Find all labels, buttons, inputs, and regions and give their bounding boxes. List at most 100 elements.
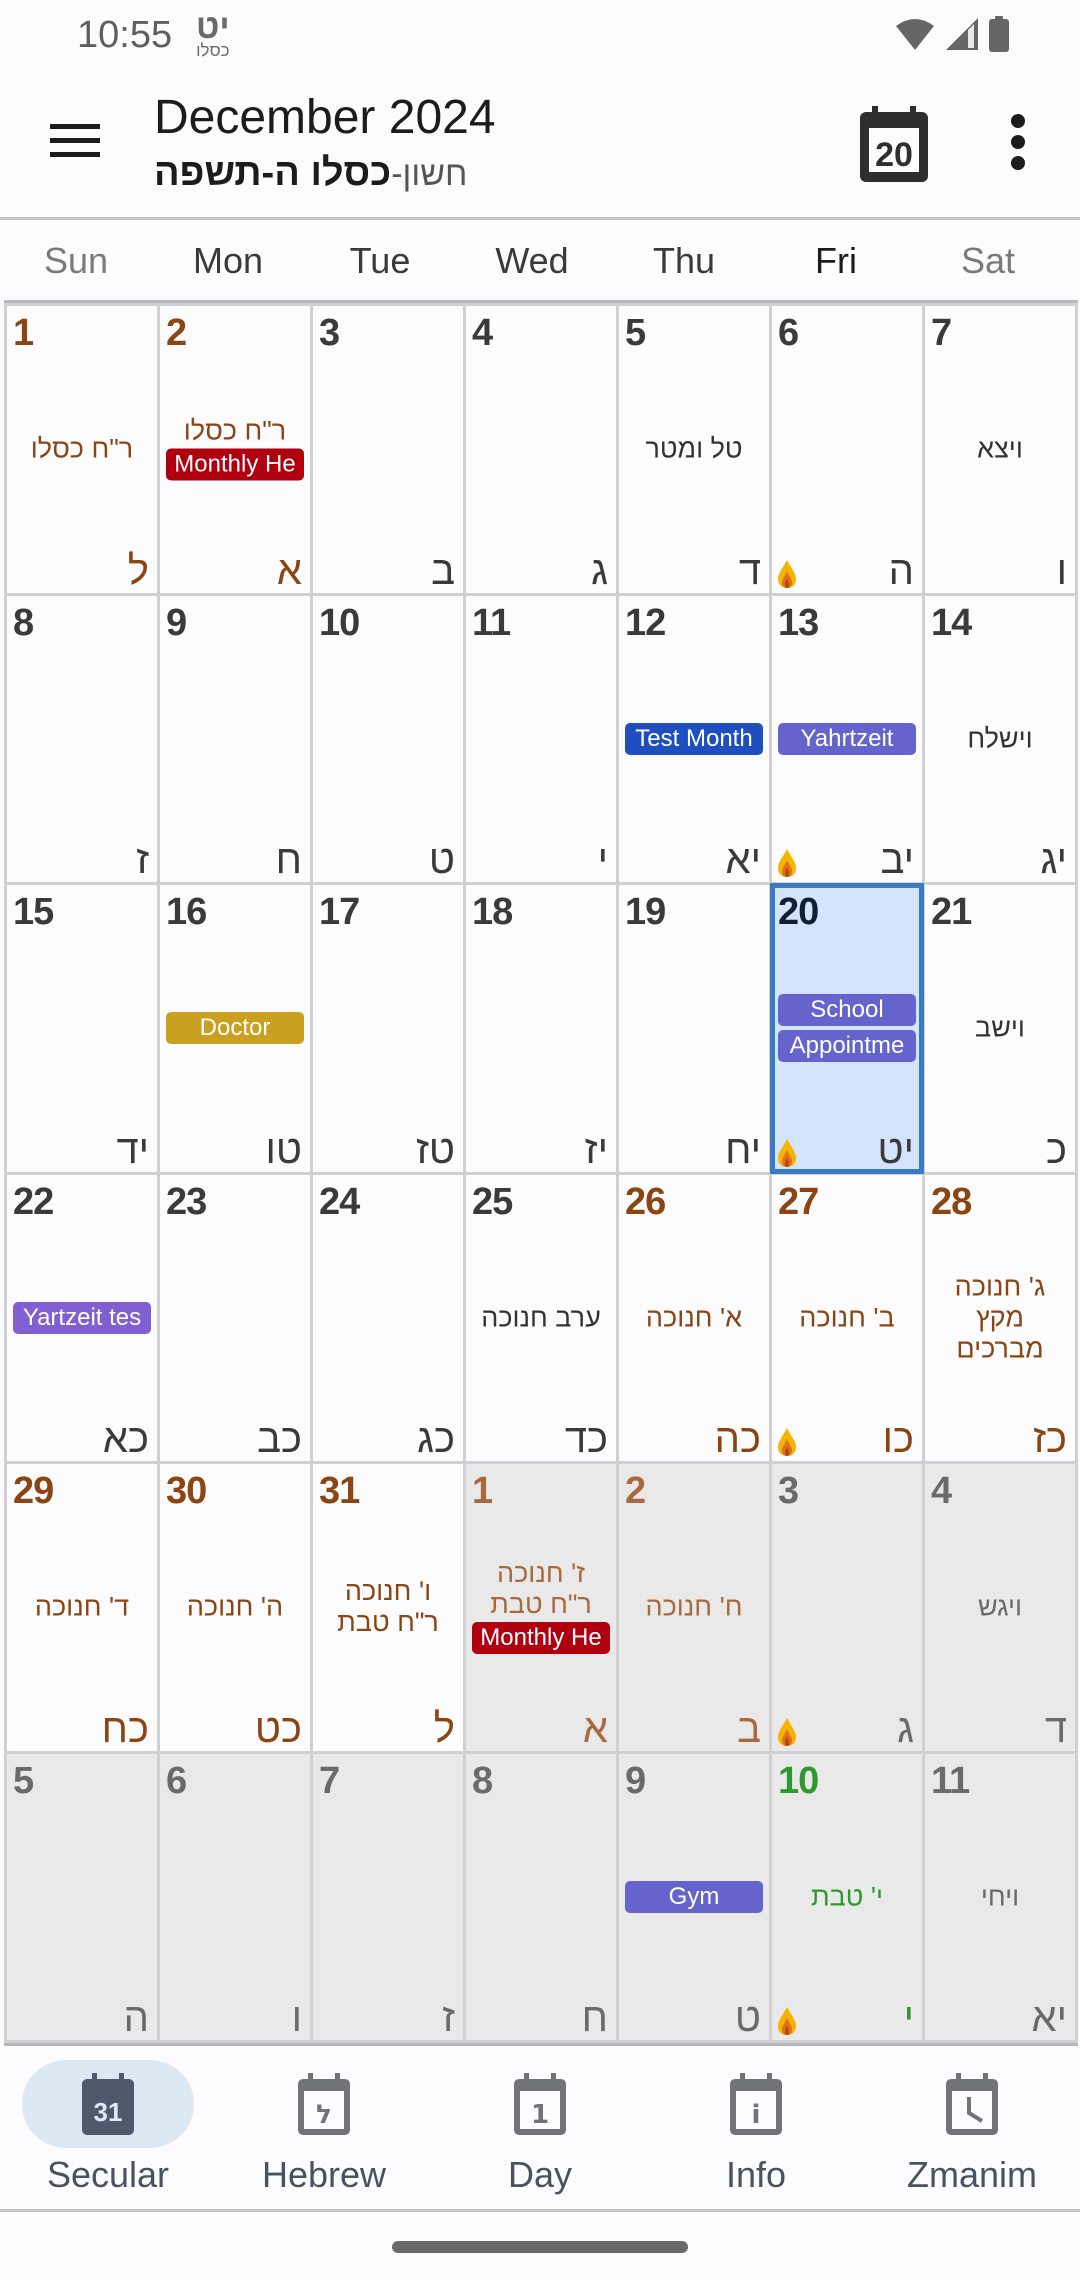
day-number: 9 [625,1759,646,1802]
day-cell[interactable]: 4 ויגש ד [925,1464,1075,1751]
nav-item-zmanim[interactable]: Zmanim [864,2050,1080,2209]
calendar-today-icon: 20 [860,106,928,182]
day-cell[interactable]: 5 טל ומטר ד [619,306,769,593]
hebrew-date: ד [1044,1706,1067,1751]
day-cell[interactable]: 23 כב [160,1174,310,1461]
event-chip[interactable]: Gym [625,1880,763,1913]
day-cell[interactable]: 5ה [7,1753,157,2040]
day-cell[interactable]: 2 ר"ח כסלו Monthly He א [160,306,310,593]
day-content: ז' חנוכה ר"ח טבת Monthly He [466,1560,616,1655]
weekday-sat: Sat [960,240,1016,281]
hebrew-date: כו [882,1417,914,1461]
day-number: 8 [13,601,34,644]
event-chip[interactable]: Monthly He [166,448,304,481]
day-cell[interactable]: 11 ויחי יא [925,1753,1075,2040]
hebrew-date: כב [257,1417,302,1461]
day-cell[interactable]: 1 ר"ח כסלו ל [7,306,157,593]
day-cell[interactable]: 16 Doctor טו [160,885,310,1172]
day-cell[interactable]: 24 כג [313,1174,463,1461]
day-cell[interactable]: 8ח [466,1753,616,2040]
day-cell[interactable]: 22 Yartzeit tes כא [7,1174,157,1461]
more-options-button[interactable] [998,110,1038,174]
day-cell[interactable]: 13 Yahrtzeit יב [772,595,922,882]
hebrew-annotation: ר"ח טבת [490,1589,592,1620]
svg-text:1: 1 [531,2100,549,2130]
day-number: 6 [166,1759,187,1802]
day-cell[interactable]: 3ג [772,1464,922,1751]
day-cell[interactable]: 9ח [160,595,310,882]
day-number: 9 [166,601,187,644]
nav-item-secular[interactable]: 31 Secular [0,2050,216,2209]
day-cell[interactable]: 4ג [466,306,616,593]
day-cell[interactable]: 8ז [7,595,157,882]
status-hebrew-day: יט [196,8,230,46]
weekday-tue: Tue [349,240,411,281]
day-cell[interactable]: 31 ו' חנוכה ר"ח טבת ל [313,1464,463,1751]
day-cell[interactable]: 26 א' חנוכה כה [619,1174,769,1461]
day-content: ר"ח כסלו Monthly He [160,417,310,481]
subtitle-year: ה-תשפה [154,152,311,194]
hebrew-annotation: ו' חנוכה [344,1576,432,1607]
svg-text:i: i [752,2100,761,2130]
day-cell[interactable]: 12 Test Month יא [619,595,769,882]
day-number: 22 [13,1180,54,1223]
day-cell[interactable]: 10 י' טבת י [772,1753,922,2040]
day-cell[interactable]: 11 י [466,595,616,882]
day-number: 7 [319,1759,340,1802]
candle-lighting-icon [778,559,796,588]
gesture-navigation-bar[interactable] [392,2241,688,2253]
day-content: ויחי [925,1883,1075,1910]
hebrew-annotation: טל ומטר [645,433,743,464]
nav-item-hebrew[interactable]: ל Hebrew [216,2050,432,2209]
day-cell[interactable]: 21 וישב כ [925,885,1075,1172]
day-cell[interactable]: 19 יח [619,885,769,1172]
day-cell[interactable]: 18 יז [466,885,616,1172]
nav-item-day[interactable]: 1 Day [432,2050,648,2209]
day-content: ח' חנוכה [619,1591,769,1622]
event-chip[interactable]: Monthly He [472,1622,610,1655]
day-cell[interactable]: 17 טז [313,885,463,1172]
hebrew-date: יב [880,838,914,882]
day-cell[interactable]: 28 ג' חנוכה מקץ מברכים כז [925,1174,1075,1461]
day-number: 12 [625,601,666,644]
day-cell[interactable]: 9 Gym ט [619,1753,769,2040]
day-cell[interactable]: 1 ז' חנוכה ר"ח טבת Monthly He א [466,1464,616,1751]
nav-icon-container: 1 [454,2060,626,2148]
hebrew-annotation: ח' חנוכה [645,1591,743,1622]
day-cell[interactable]: 15 יד [7,885,157,1172]
nav-item-info[interactable]: i Info [648,2050,864,2209]
event-chip[interactable]: School [778,994,916,1027]
day-number: 1 [472,1470,493,1512]
day-cell[interactable]: 6ו [160,1753,310,2040]
day-cell-selected[interactable]: 20 School Appointme יט [770,883,924,1174]
day-cell[interactable]: 3ב [313,306,463,593]
event-chip[interactable]: Appointme [778,1030,916,1063]
day-cell[interactable]: 25 ערב חנוכה כד [466,1174,616,1461]
nav-icon-container: ל [238,2060,410,2148]
hebrew-date: ו [1056,548,1067,593]
day-cell[interactable]: 2 ח' חנוכה ב [619,1464,769,1751]
day-cell[interactable]: 7ז [313,1753,463,2040]
day-cell[interactable]: 29 ד' חנוכה כח [7,1464,157,1751]
hebrew-date: כח [101,1706,149,1751]
event-chip[interactable]: Test Month [625,722,763,755]
day-number: 5 [13,1759,34,1802]
day-cell[interactable]: 6ה [772,306,922,593]
day-content: ה' חנוכה [160,1593,310,1621]
menu-button[interactable] [40,110,110,170]
day-cell[interactable]: 7 ויצא ו [925,306,1075,593]
day-cell[interactable]: 30 ה' חנוכה כט [160,1464,310,1751]
event-chip[interactable]: Yahrtzeit [778,722,916,755]
status-time: 10:55 [77,14,173,56]
event-chip[interactable]: Yartzeit tes [13,1301,151,1334]
today-button[interactable]: 20 [858,104,934,184]
day-cell[interactable]: 10 ט [313,595,463,882]
day-content: ו' חנוכה ר"ח טבת [313,1578,463,1636]
day-cell[interactable]: 14 וישלח יג [925,595,1075,882]
event-chip[interactable]: Doctor [166,1012,304,1045]
day-cell[interactable]: 27 ב' חנוכה כו [772,1174,922,1461]
hebrew-date: כה [714,1417,761,1461]
day-number: 1 [13,312,34,354]
more-vert-icon-dot [1011,134,1025,149]
signal-icon [946,18,978,50]
